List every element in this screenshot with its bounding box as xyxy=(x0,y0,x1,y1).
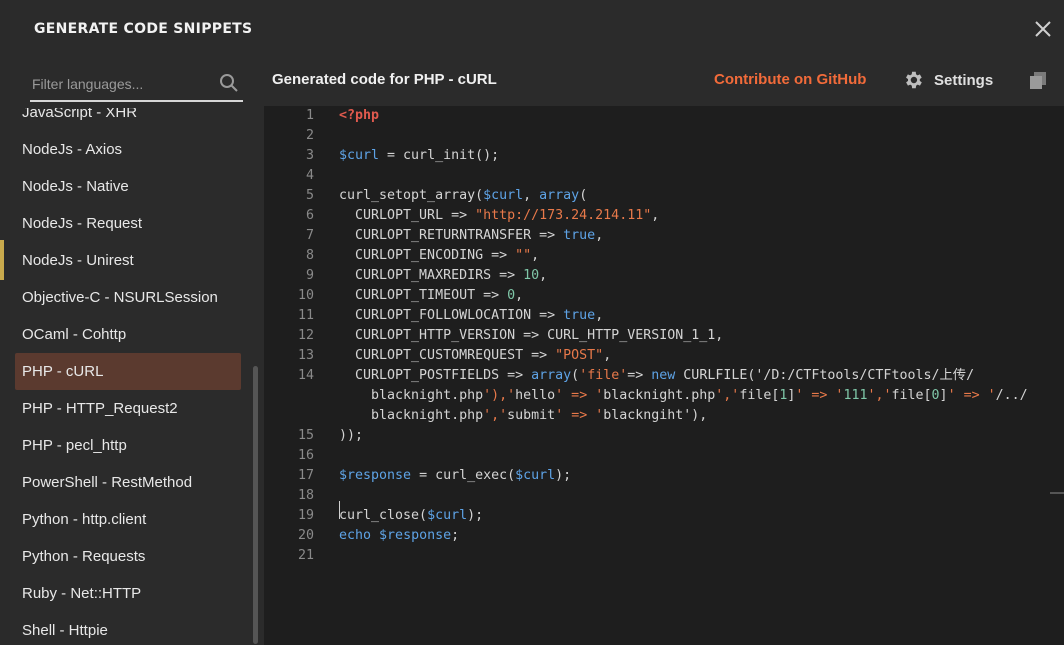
copy-icon xyxy=(1030,72,1046,89)
code-text: $curl = curl_init(); xyxy=(339,148,500,163)
editor-scrollbar[interactable] xyxy=(1050,106,1064,645)
line-number: 12 xyxy=(297,328,314,343)
line-number: 8 xyxy=(305,248,314,263)
line-number: 1 xyxy=(305,108,314,123)
code-text: CURLOPT_POSTFIELDS => array('file'=> new… xyxy=(339,368,975,383)
code-panel-header: Generated code for PHP - cURL Contribute… xyxy=(262,56,1064,106)
code-text: CURLOPT_TIMEOUT => 0, xyxy=(339,288,524,303)
line-number: 20 xyxy=(297,528,314,543)
line-number: 19 xyxy=(297,508,314,523)
language-item[interactable]: Objective-C - NSURLSession xyxy=(15,279,241,316)
line-number: 13 xyxy=(297,348,314,363)
close-icon xyxy=(1035,21,1051,37)
language-sidebar: JavaScript - XHRNodeJs - AxiosNodeJs - N… xyxy=(10,56,262,645)
generate-code-modal: GENERATE CODE SNIPPETS JavaScript - XHRN… xyxy=(10,0,1064,645)
line-number: 4 xyxy=(305,168,314,183)
modal-title: GENERATE CODE SNIPPETS xyxy=(34,21,253,37)
line-number: 6 xyxy=(305,208,314,223)
line-number: 14 xyxy=(297,368,314,383)
sidebar-scrollbar-thumb[interactable] xyxy=(253,366,258,644)
settings-label: Settings xyxy=(934,71,994,89)
language-item[interactable]: Ruby - Net::HTTP xyxy=(15,575,241,612)
code-text: )); xyxy=(339,428,364,443)
code-text: blacknight.php','submit' => 'blackngiht'… xyxy=(339,408,708,423)
text-cursor xyxy=(339,501,340,519)
line-number: 11 xyxy=(297,308,314,323)
code-text: curl_setopt_array($curl, array( xyxy=(339,188,588,203)
filter-languages-input[interactable] xyxy=(30,72,209,96)
code-text: curl_close($curl); xyxy=(339,508,484,523)
generated-code-title: Generated code for PHP - cURL xyxy=(272,71,497,88)
language-item[interactable]: PHP - cURL xyxy=(15,353,241,390)
code-editor[interactable]: 1 <?php 2 3 $curl = curl_init(); 4 5 curl_setop… xyxy=(264,106,1064,645)
line-number: 15 xyxy=(297,428,314,443)
code-text: blacknight.php'),'hello' => 'blacknight.… xyxy=(339,388,1028,403)
code-text: CURLOPT_MAXREDIRS => 10, xyxy=(339,268,548,283)
search-icon xyxy=(220,74,238,92)
code-text: CURLOPT_URL => "http://173.24.214.11", xyxy=(339,208,660,223)
code-text: CURLOPT_ENCODING => "", xyxy=(339,248,540,263)
language-item[interactable]: NodeJs - Unirest xyxy=(15,242,241,279)
language-item[interactable]: PowerShell - RestMethod xyxy=(15,464,241,501)
copy-button[interactable] xyxy=(1028,70,1048,90)
line-number: 3 xyxy=(305,148,314,163)
line-number: 7 xyxy=(305,228,314,243)
code-text: echo $response; xyxy=(339,528,460,543)
code-text: CURLOPT_CUSTOMREQUEST => "POST", xyxy=(339,348,612,363)
language-item[interactable]: Python - http.client xyxy=(15,501,241,538)
language-item[interactable]: Python - Requests xyxy=(15,538,241,575)
language-list: JavaScript - XHR NodeJs - Axios NodeJs - N… xyxy=(10,108,250,645)
code-panel: Generated code for PHP - cURL Contribute… xyxy=(262,56,1064,645)
background-panel xyxy=(0,0,10,645)
language-item[interactable]: NodeJs - Axios xyxy=(15,131,241,168)
line-number: 9 xyxy=(305,268,314,283)
language-item[interactable]: PHP - HTTP_Request2 xyxy=(15,390,241,427)
line-number: 18 xyxy=(297,488,314,503)
line-number: 5 xyxy=(305,188,314,203)
settings-button[interactable]: Settings xyxy=(902,68,993,92)
language-item[interactable]: Shell - Httpie xyxy=(15,612,241,645)
line-number: 21 xyxy=(297,548,314,563)
line-number: 16 xyxy=(297,448,314,463)
code-text: CURLOPT_RETURNTRANSFER => true, xyxy=(339,228,604,243)
code-text: CURLOPT_FOLLOWLOCATION => true, xyxy=(339,308,604,323)
code-text: CURLOPT_HTTP_VERSION => CURL_HTTP_VERSIO… xyxy=(339,328,724,343)
line-number: 2 xyxy=(305,128,314,143)
background-accent xyxy=(0,240,4,280)
filter-box xyxy=(30,66,243,102)
gear-icon xyxy=(906,71,922,89)
language-item[interactable]: NodeJs - Native xyxy=(15,168,241,205)
modal-header: GENERATE CODE SNIPPETS xyxy=(10,0,1064,56)
line-number: 17 xyxy=(297,468,314,483)
contribute-github-link[interactable]: Contribute on GitHub xyxy=(714,71,866,88)
close-button[interactable] xyxy=(1032,18,1054,40)
line-number: 10 xyxy=(297,288,314,303)
editor-scroll-marker xyxy=(1050,492,1064,494)
code-text: <?php xyxy=(339,108,380,123)
language-item[interactable]: JavaScript - XHR xyxy=(15,108,241,131)
language-item[interactable]: PHP - pecl_http xyxy=(15,427,241,464)
language-item[interactable]: NodeJs - Request xyxy=(15,205,241,242)
code-text: $response = curl_exec($curl); xyxy=(339,468,572,483)
language-item[interactable]: OCaml - Cohttp xyxy=(15,316,241,353)
